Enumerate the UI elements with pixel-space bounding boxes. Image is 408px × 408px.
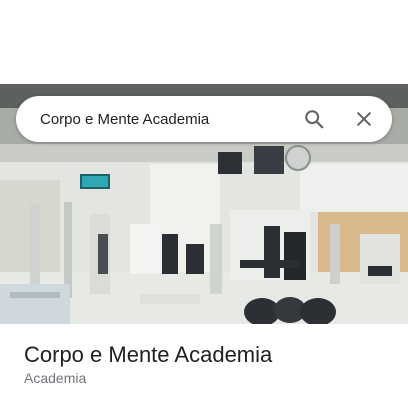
search-bar[interactable]: Corpo e Mente Academia bbox=[16, 96, 392, 142]
search-icon bbox=[305, 110, 324, 129]
search-input[interactable]: Corpo e Mente Academia bbox=[40, 111, 294, 128]
close-icon bbox=[357, 112, 371, 126]
place-title: Corpo e Mente Academia bbox=[24, 342, 273, 367]
search-button[interactable] bbox=[294, 99, 334, 139]
clear-button[interactable] bbox=[344, 99, 384, 139]
place-category: Academia bbox=[24, 370, 87, 386]
